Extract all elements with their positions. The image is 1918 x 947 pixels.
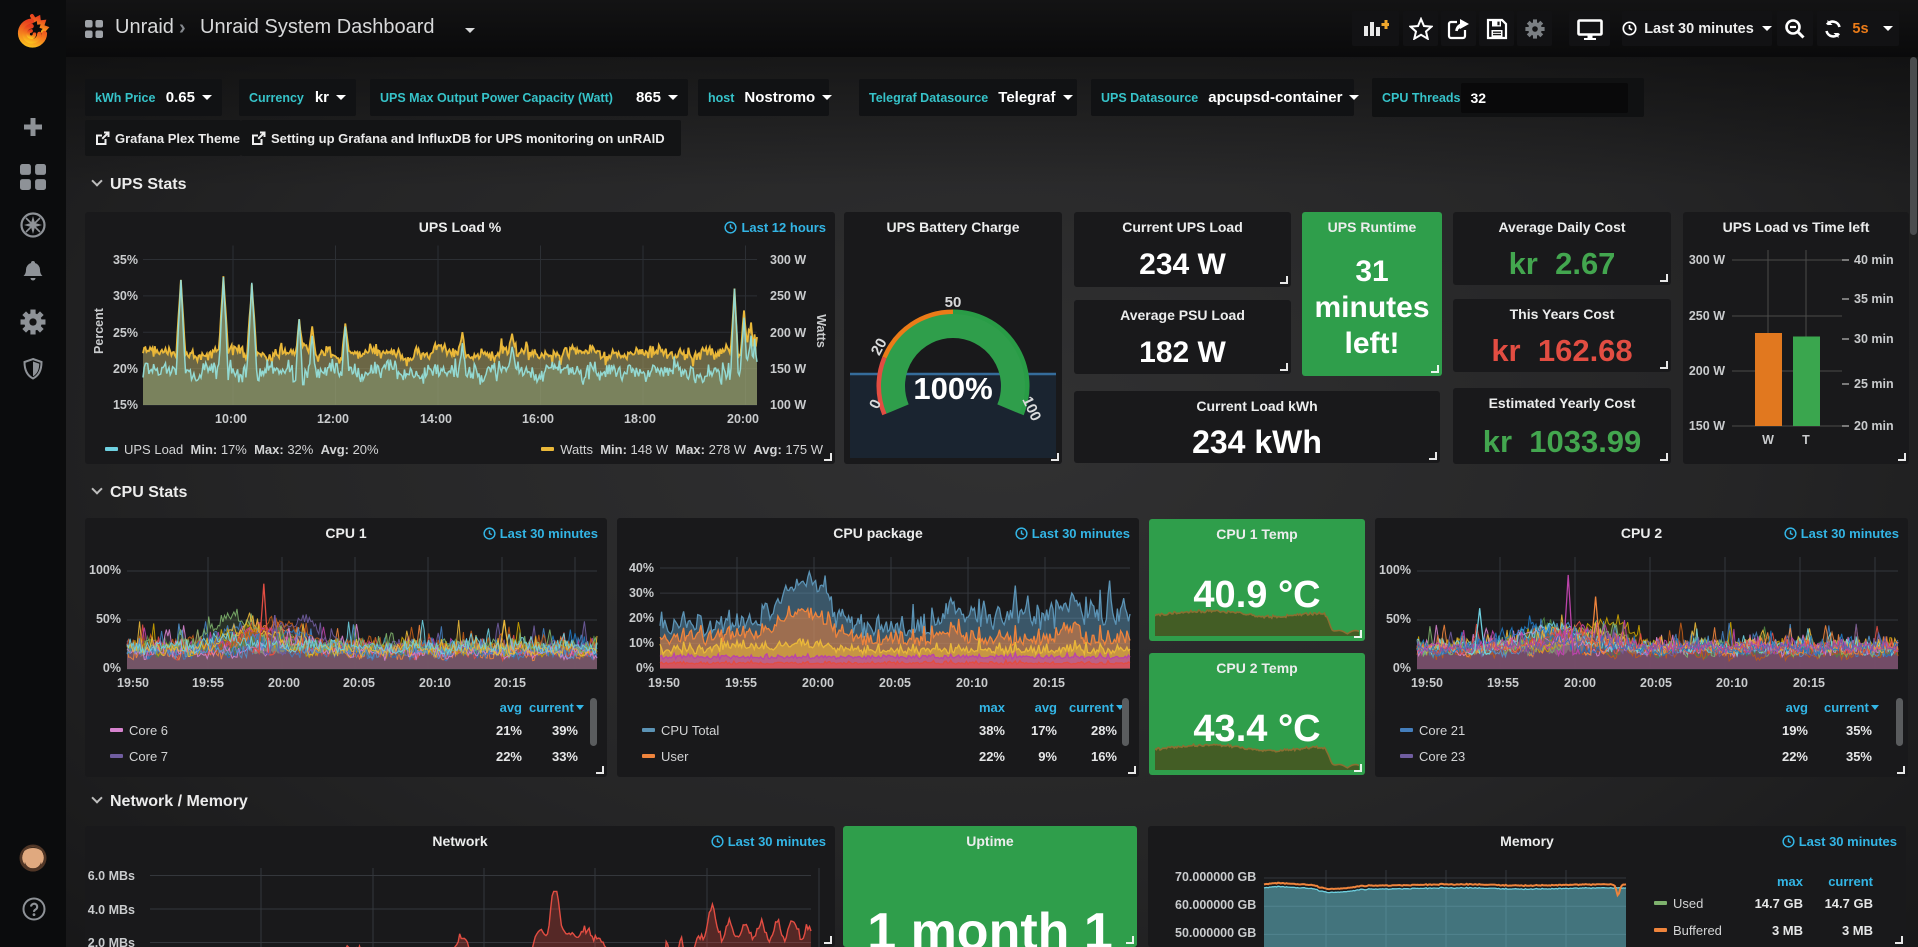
svg-text:100%: 100% xyxy=(913,371,992,406)
svg-text:50: 50 xyxy=(945,294,962,311)
